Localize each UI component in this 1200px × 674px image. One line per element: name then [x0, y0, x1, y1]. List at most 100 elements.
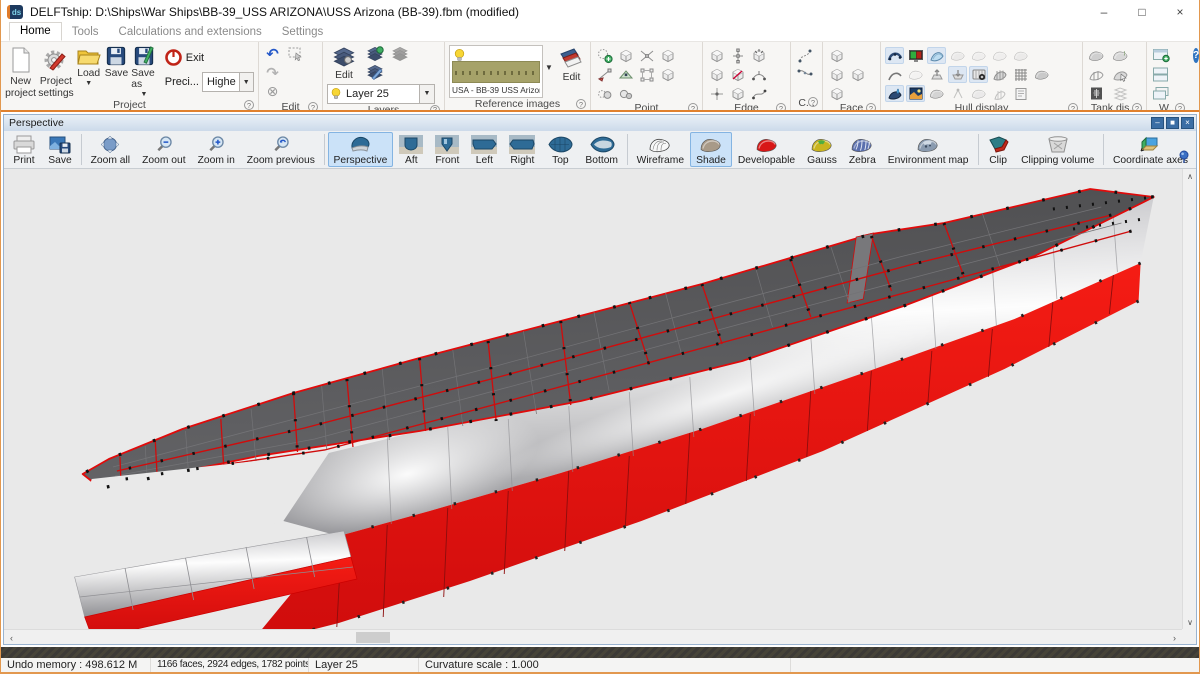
- edge-tool-button[interactable]: [749, 66, 768, 83]
- hull-display-tool-button[interactable]: [990, 47, 1009, 64]
- window-tool-button[interactable]: [1151, 66, 1170, 83]
- view-front-button[interactable]: Front: [429, 132, 465, 167]
- reference-dropdown-caret[interactable]: ▼: [545, 63, 553, 72]
- point-tool-button[interactable]: [658, 47, 677, 64]
- point-tool-button[interactable]: [637, 66, 656, 83]
- save-button[interactable]: Save: [104, 45, 130, 79]
- save-view-button[interactable]: Save: [42, 132, 78, 167]
- layer-select[interactable]: Layer 25 ▼: [327, 84, 435, 104]
- zoom-all-button[interactable]: Zoom all: [85, 132, 136, 167]
- panel-minimize-button[interactable]: –: [1151, 117, 1164, 129]
- curve-tool-button[interactable]: [795, 47, 814, 64]
- hull-display-tool-button[interactable]: [885, 66, 904, 83]
- delete-button[interactable]: ⊗: [263, 83, 282, 100]
- help-icon[interactable]: ?: [244, 100, 254, 110]
- edge-tool-button[interactable]: [728, 47, 747, 64]
- hull-display-tool-button[interactable]: [885, 85, 904, 102]
- ship-model[interactable]: [4, 169, 1186, 631]
- face-tool-button[interactable]: [827, 85, 846, 102]
- mode-developable-button[interactable]: Developable: [732, 132, 801, 167]
- help-icon[interactable]: ?: [776, 103, 786, 112]
- point-tool-button[interactable]: [595, 66, 614, 83]
- vertical-scrollbar[interactable]: ∧ ∨: [1182, 169, 1196, 629]
- tank-tool-button[interactable]: [1087, 66, 1106, 83]
- close-button[interactable]: ×: [1161, 0, 1199, 24]
- tank-tool-button[interactable]: [1087, 47, 1106, 64]
- new-project-button[interactable]: New project: [5, 45, 36, 99]
- panel-maximize-button[interactable]: ■: [1166, 117, 1179, 129]
- edge-tool-button[interactable]: [749, 85, 768, 102]
- clip-button[interactable]: Clip: [981, 132, 1015, 167]
- layer-select-caret[interactable]: ▼: [419, 85, 434, 103]
- auto-group-layer-button[interactable]: [390, 45, 409, 62]
- scroll-up-arrow[interactable]: ∧: [1183, 169, 1197, 183]
- mode-wireframe-button[interactable]: Wireframe: [631, 132, 690, 167]
- menu-calculations[interactable]: Calculations and extensions: [109, 24, 272, 41]
- point-tool-button[interactable]: [658, 66, 677, 83]
- point-tool-button[interactable]: [637, 47, 656, 64]
- zoom-out-button[interactable]: Zoom out: [136, 132, 192, 167]
- zoom-in-button[interactable]: Zoom in: [192, 132, 241, 167]
- help-icon[interactable]: ?: [430, 105, 440, 112]
- hull-display-tool-button[interactable]: [927, 47, 946, 64]
- save-as-dropdown-caret[interactable]: ▼: [141, 91, 148, 98]
- tank-tool-button[interactable]: [1111, 66, 1130, 83]
- help-icon[interactable]: ?: [1175, 103, 1185, 112]
- view-bottom-button[interactable]: Bottom: [579, 132, 624, 167]
- edge-tool-button[interactable]: [728, 85, 747, 102]
- edge-tool-button[interactable]: [707, 47, 726, 64]
- hull-display-tool-button[interactable]: [948, 66, 967, 83]
- clipping-volume-button[interactable]: Clipping volume: [1015, 132, 1100, 167]
- horizontal-scroll-thumb[interactable]: [356, 632, 390, 643]
- view-right-button[interactable]: Right: [503, 132, 541, 167]
- point-tool-button[interactable]: [616, 47, 635, 64]
- window-tool-button[interactable]: [1151, 47, 1170, 64]
- 3d-viewport[interactable]: ‹ › ∧ ∨: [4, 169, 1196, 644]
- face-tool-button[interactable]: [827, 66, 846, 83]
- undo-button[interactable]: ↶: [263, 45, 282, 62]
- hull-display-tool-button[interactable]: [1011, 47, 1030, 64]
- hull-display-tool-button[interactable]: [906, 66, 925, 83]
- view-aft-button[interactable]: Aft: [393, 132, 429, 167]
- zoom-previous-button[interactable]: Zoom previous: [241, 132, 321, 167]
- edit-reference-button[interactable]: Edit: [557, 45, 586, 84]
- ribbon-help-button[interactable]: ?: [1193, 48, 1199, 63]
- view-top-button[interactable]: Top: [541, 132, 579, 167]
- scroll-down-arrow[interactable]: ∨: [1183, 615, 1197, 629]
- tank-tool-button[interactable]: [1087, 85, 1106, 102]
- menu-tools[interactable]: Tools: [62, 24, 109, 41]
- help-icon[interactable]: ?: [1132, 103, 1142, 112]
- help-icon[interactable]: ?: [308, 102, 318, 112]
- hull-display-tool-button[interactable]: [969, 66, 988, 83]
- mode-zebra-button[interactable]: Zebra: [843, 132, 882, 167]
- help-icon[interactable]: ?: [808, 97, 818, 107]
- hull-display-tool-button[interactable]: [948, 47, 967, 64]
- hull-display-tool-button[interactable]: [948, 85, 967, 102]
- edge-tool-button[interactable]: [707, 85, 726, 102]
- edge-tool-button[interactable]: [707, 66, 726, 83]
- point-tool-button[interactable]: [595, 85, 614, 102]
- mode-environment-map-button[interactable]: Environment map: [882, 132, 975, 167]
- add-layer-button[interactable]: [365, 45, 384, 62]
- hull-display-tool-button[interactable]: [1032, 66, 1051, 83]
- curve-tool-button[interactable]: [795, 66, 814, 83]
- exit-button[interactable]: Exit: [165, 49, 254, 66]
- select-tool-button[interactable]: [286, 45, 305, 62]
- help-icon[interactable]: ?: [1068, 103, 1078, 112]
- tank-tool-button[interactable]: [1111, 85, 1130, 102]
- point-tool-button[interactable]: [616, 66, 635, 83]
- point-tool-button[interactable]: [595, 47, 614, 64]
- pin-icon[interactable]: [1178, 150, 1190, 164]
- project-settings-button[interactable]: Project settings: [38, 45, 73, 99]
- help-icon[interactable]: ?: [576, 99, 586, 109]
- scroll-right-arrow[interactable]: ›: [1167, 630, 1182, 645]
- hull-display-tool-button[interactable]: [990, 66, 1009, 83]
- hull-display-tool-button[interactable]: [1011, 66, 1030, 83]
- face-tool-button[interactable]: [848, 66, 867, 83]
- hull-display-tool-button[interactable]: [927, 66, 946, 83]
- load-button[interactable]: Load ▼: [76, 45, 102, 87]
- reference-image-thumbnail[interactable]: USA - BB-39 USS Arizon...: [449, 45, 543, 98]
- hull-display-tool-button[interactable]: [1011, 85, 1030, 102]
- panel-close-button[interactable]: ×: [1181, 117, 1194, 129]
- horizontal-scrollbar[interactable]: ‹ ›: [4, 629, 1182, 644]
